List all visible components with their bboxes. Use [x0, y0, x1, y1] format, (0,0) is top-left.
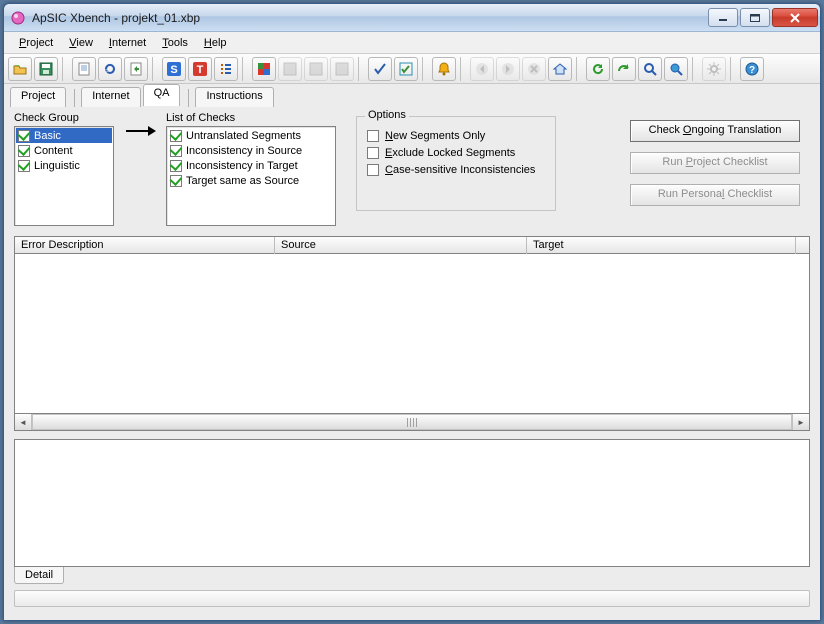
checkbox-icon[interactable] — [170, 130, 182, 142]
zoom-world-icon[interactable] — [664, 57, 688, 81]
tab-internet[interactable]: Internet — [81, 87, 140, 107]
column-source[interactable]: Source — [275, 237, 527, 254]
check-item[interactable]: Inconsistency in Target — [168, 158, 334, 173]
refresh-icon[interactable] — [98, 57, 122, 81]
color-box-icon[interactable] — [252, 57, 276, 81]
tab-qa[interactable]: QA — [143, 84, 181, 106]
option-exclude-locked[interactable]: Exclude Locked Segments — [367, 144, 545, 161]
doc-arrow-icon[interactable] — [124, 57, 148, 81]
minimize-button[interactable] — [708, 8, 738, 27]
back-icon[interactable] — [470, 57, 494, 81]
checkbox-icon[interactable] — [367, 130, 379, 142]
checkbox-icon[interactable] — [18, 160, 30, 172]
home-icon[interactable] — [548, 57, 572, 81]
check-item[interactable]: Inconsistency in Source — [168, 143, 334, 158]
forward-icon[interactable] — [496, 57, 520, 81]
check-item[interactable]: Target same as Source — [168, 173, 334, 188]
list-of-checks-label: List of Checks — [166, 112, 336, 124]
menu-help[interactable]: Help — [197, 35, 234, 51]
main-tabs: Project Internet QA Instructions — [4, 84, 820, 106]
tab-instructions[interactable]: Instructions — [195, 87, 273, 107]
close-button[interactable] — [772, 8, 818, 27]
checkbox-icon[interactable] — [170, 160, 182, 172]
column-error-description[interactable]: Error Description — [15, 237, 275, 254]
run-personal-checklist-button[interactable]: Run Personal Checklist — [630, 184, 800, 206]
save-icon[interactable] — [34, 57, 58, 81]
menu-view[interactable]: View — [62, 35, 100, 51]
scroll-thumb[interactable] — [32, 414, 792, 430]
column-end — [795, 237, 809, 254]
menu-project[interactable]: Project — [12, 35, 60, 51]
t-box-icon[interactable]: T — [188, 57, 212, 81]
redo-green-icon[interactable] — [612, 57, 636, 81]
check-icon[interactable] — [368, 57, 392, 81]
check-group-item-linguistic[interactable]: Linguistic — [16, 158, 112, 173]
scroll-right-button[interactable]: ► — [792, 414, 809, 430]
checkbox-icon[interactable] — [18, 130, 30, 142]
checkbox-icon[interactable] — [170, 175, 182, 187]
toolbar: S T ? — [4, 54, 820, 84]
arrow-icon — [126, 130, 154, 132]
list-of-checks-column: List of Checks Untranslated Segments Inc… — [166, 112, 336, 226]
tab-detail[interactable]: Detail — [14, 567, 64, 584]
svg-text:?: ? — [749, 65, 755, 76]
action-buttons: Check Ongoing Translation Run Project Ch… — [630, 120, 800, 206]
run-project-checklist-button[interactable]: Run Project Checklist — [630, 152, 800, 174]
check-ongoing-button[interactable]: Check Ongoing Translation — [630, 120, 800, 142]
zoom-icon[interactable] — [638, 57, 662, 81]
window-controls — [706, 8, 818, 27]
table-body[interactable] — [14, 254, 810, 414]
check-group-item-basic[interactable]: Basic — [16, 128, 112, 143]
options-label: Options — [365, 109, 409, 121]
reload-green-icon[interactable] — [586, 57, 610, 81]
checkbox-icon[interactable] — [18, 145, 30, 157]
check-group-column: Check Group Basic Content Linguistic — [14, 112, 114, 226]
open-icon[interactable] — [8, 57, 32, 81]
horizontal-scrollbar[interactable]: ◄ ► — [14, 414, 810, 431]
check-group-list[interactable]: Basic Content Linguistic — [14, 126, 114, 226]
column-target[interactable]: Target — [527, 237, 795, 254]
application-window: ApSIC Xbench - projekt_01.xbp Project Vi… — [3, 3, 821, 621]
check-group-item-content[interactable]: Content — [16, 143, 112, 158]
gray-box-1-icon[interactable] — [278, 57, 302, 81]
checkbox-icon[interactable] — [170, 145, 182, 157]
app-icon — [10, 10, 26, 26]
option-case-sensitive[interactable]: Case-sensitive Inconsistencies — [367, 161, 545, 178]
checklist-icon[interactable] — [394, 57, 418, 81]
table-header: Error Description Source Target — [14, 236, 810, 254]
check-item[interactable]: Untranslated Segments — [168, 128, 334, 143]
detail-panel[interactable] — [14, 439, 810, 567]
svg-text:S: S — [170, 64, 177, 76]
gear-icon[interactable] — [702, 57, 726, 81]
cancel-icon[interactable] — [522, 57, 546, 81]
check-group-label: Check Group — [14, 112, 114, 124]
window-title: ApSIC Xbench - projekt_01.xbp — [32, 11, 706, 25]
scroll-left-button[interactable]: ◄ — [15, 414, 32, 430]
doc-icon[interactable] — [72, 57, 96, 81]
menubar: Project View Internet Tools Help — [4, 32, 820, 54]
tab-project[interactable]: Project — [10, 87, 66, 107]
maximize-button[interactable] — [740, 8, 770, 27]
svg-text:T: T — [197, 64, 204, 76]
detail-tabs: Detail — [14, 567, 810, 584]
menu-internet[interactable]: Internet — [102, 35, 153, 51]
scroll-track[interactable] — [32, 414, 792, 430]
qa-panel: Check Group Basic Content Linguistic Lis… — [4, 106, 820, 230]
option-new-segments[interactable]: New Segments Only — [367, 127, 545, 144]
results-table: Error Description Source Target ◄ ► — [14, 236, 810, 431]
bell-icon[interactable] — [432, 57, 456, 81]
list-of-checks-list[interactable]: Untranslated Segments Inconsistency in S… — [166, 126, 336, 226]
status-bar — [14, 590, 810, 607]
options-group: Options New Segments Only Exclude Locked… — [356, 116, 556, 211]
help-icon[interactable]: ? — [740, 57, 764, 81]
checkbox-icon[interactable] — [367, 147, 379, 159]
menu-tools[interactable]: Tools — [155, 35, 195, 51]
gray-box-2-icon[interactable] — [304, 57, 328, 81]
gray-box-3-icon[interactable] — [330, 57, 354, 81]
list-icon[interactable] — [214, 57, 238, 81]
titlebar: ApSIC Xbench - projekt_01.xbp — [4, 4, 820, 32]
s-box-icon[interactable]: S — [162, 57, 186, 81]
checkbox-icon[interactable] — [367, 164, 379, 176]
